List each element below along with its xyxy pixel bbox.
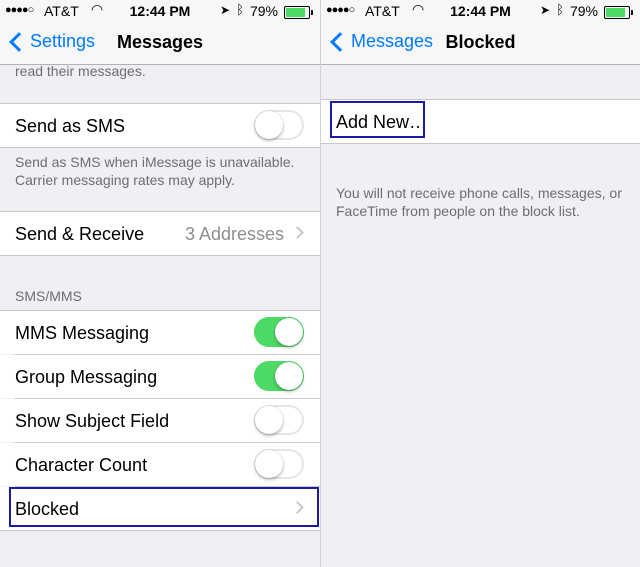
row-label: Character Count: [15, 455, 148, 475]
add-new-highlight-box: [330, 101, 425, 138]
bluetooth-icon: ᛒ: [236, 2, 244, 17]
send-receive-row[interactable]: Send & Receive 3 Addresses: [0, 212, 320, 255]
status-bar: ●●●●○ AT&T ◠ 12:44 PM ➤ ᛒ 79%: [0, 0, 320, 22]
row-label: Send as SMS: [15, 116, 126, 136]
addresses-detail: 3 Addresses: [184, 224, 284, 244]
location-icon: ➤: [219, 3, 230, 17]
group-messaging-row: Group Messaging: [0, 355, 320, 398]
divider: [321, 143, 640, 144]
battery-icon: [604, 6, 633, 19]
chevron-right-icon: [291, 226, 304, 239]
navigation-bar: Settings Messages: [0, 22, 320, 65]
sms-mms-section-header: SMS/MMS: [15, 288, 82, 304]
character-count-toggle[interactable]: [254, 449, 304, 479]
mms-messaging-row: MMS Messaging: [0, 311, 320, 354]
battery-icon: [284, 6, 313, 19]
character-count-row: Character Count: [0, 443, 320, 486]
block-list-note: You will not receive phone calls, messag…: [336, 185, 622, 219]
divider: [0, 147, 320, 148]
top-note: read their messages.: [15, 63, 146, 79]
row-label: MMS Messaging: [15, 323, 150, 343]
row-label: Show Subject Field: [15, 411, 170, 431]
blocked-screen: ●●●●○ AT&T ◠ 12:44 PM ➤ ᛒ 79% Messages B…: [321, 0, 640, 567]
page-title: Messages: [116, 32, 204, 52]
location-icon: ➤: [539, 3, 550, 17]
blocked-highlight-box: [9, 487, 319, 527]
page-title: Blocked: [445, 32, 516, 52]
battery-percent: 79%: [249, 3, 278, 19]
battery-percent: 79%: [569, 3, 598, 19]
group-messaging-toggle[interactable]: [254, 361, 304, 391]
divider: [0, 255, 320, 256]
divider: [0, 530, 320, 531]
messages-settings-screen: ●●●●○ AT&T ◠ 12:44 PM ➤ ᛒ 79% Settings M…: [0, 0, 320, 567]
show-subject-field-row: Show Subject Field: [0, 399, 320, 442]
sms-note: Send as SMS when iMessage is unavailable…: [15, 154, 295, 188]
navigation-bar: Messages Blocked: [321, 22, 640, 65]
screenshot: ●●●●○ AT&T ◠ 12:44 PM ➤ ᛒ 79% Settings M…: [0, 0, 640, 567]
bluetooth-icon: ᛒ: [556, 2, 564, 17]
send-as-sms-row: Send as SMS: [0, 104, 320, 147]
row-label: Group Messaging: [15, 367, 158, 387]
show-subject-field-toggle[interactable]: [254, 405, 304, 435]
row-label: Send & Receive: [15, 224, 145, 244]
send-as-sms-toggle[interactable]: [254, 110, 304, 140]
status-bar: ●●●●○ AT&T ◠ 12:44 PM ➤ ᛒ 79%: [321, 0, 640, 22]
mms-messaging-toggle[interactable]: [254, 317, 304, 347]
